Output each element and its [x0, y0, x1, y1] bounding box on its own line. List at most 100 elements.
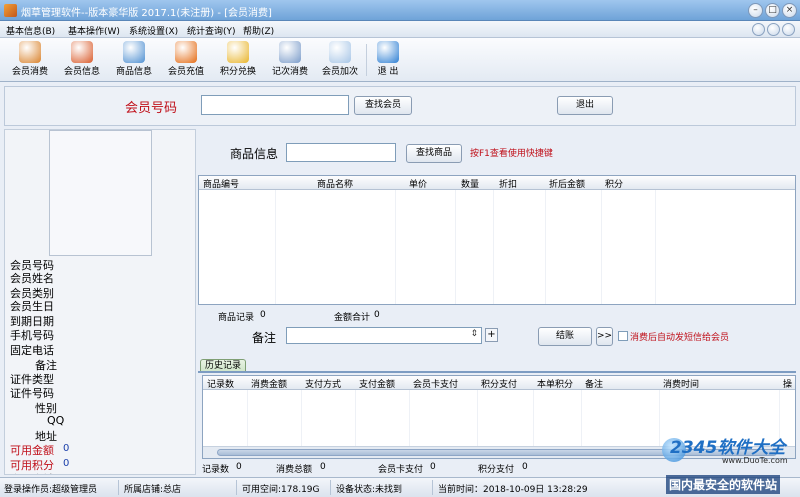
member-field-label: 会员姓名: [10, 272, 54, 285]
watermark: 2345软件大全 www.DuoTe.com 国内最安全的软件站: [662, 433, 800, 497]
recharge-icon: [175, 41, 197, 63]
auto-sms-label: 消费后自动发短信给会员: [630, 333, 730, 343]
history-table-header: 记录数 消费金额 支付方式 支付金额 会员卡支付 积分支付 本单积分 备注 消费时间 操: [203, 376, 795, 390]
status-device: 设备状态:未找到: [336, 485, 403, 495]
member-field-value: 0: [63, 443, 70, 454]
dropdown-arrow-icon: ⇕: [470, 329, 478, 339]
note-add-button[interactable]: +: [485, 328, 498, 342]
toolbar-points-exchange-button[interactable]: 积分兑换: [214, 40, 262, 80]
search-product-button[interactable]: 查找商品: [406, 144, 462, 163]
product-records-label: 商品记录: [218, 313, 255, 323]
status-separator: [330, 480, 331, 495]
history-column-header[interactable]: 消费时间: [663, 377, 699, 390]
menu-system-settings[interactable]: 系统设置(X): [129, 24, 178, 37]
product-column-header[interactable]: 商品名称: [317, 177, 353, 190]
toolbar-recharge-button[interactable]: 会员充值: [162, 40, 210, 80]
product-column-header[interactable]: 单价: [409, 177, 427, 190]
status-time: 当前时间：2018-10-09日 13:28:29: [438, 485, 588, 495]
menu-statistics[interactable]: 统计查询(Y): [187, 24, 236, 37]
toolbar-product-info-button[interactable]: 商品信息: [110, 40, 158, 80]
product-column-header[interactable]: 积分: [605, 177, 623, 190]
history-column-header[interactable]: 会员卡支付: [413, 377, 458, 390]
note-select[interactable]: ⇕: [286, 327, 482, 344]
search-member-button[interactable]: 查找会员: [354, 96, 412, 115]
menu-basic-operation[interactable]: 基本操作(W): [68, 24, 120, 37]
history-summary-value: 0: [522, 462, 528, 472]
product-column-header[interactable]: 商品编号: [203, 177, 239, 190]
column-divider: [355, 390, 356, 446]
column-divider: [455, 190, 456, 304]
product-table[interactable]: 商品编号 商品名称 单价 数量 折扣 折后金额 积分: [198, 175, 796, 305]
member-field-label: 证件号码: [10, 387, 54, 400]
member-add-count-icon: [329, 41, 351, 63]
menu-basic-info[interactable]: 基本信息(B): [6, 24, 55, 37]
member-field-label: 固定电话: [10, 344, 54, 357]
toolbar-count-consume-button[interactable]: 记次消费: [266, 40, 314, 80]
product-column-header[interactable]: 数量: [461, 177, 479, 190]
toolbar-member-add-count-button[interactable]: 会员加次: [316, 40, 364, 80]
mdi-close-button[interactable]: [782, 23, 795, 36]
toolbar-label: 会员加次: [321, 67, 358, 77]
history-column-header[interactable]: 记录数: [207, 377, 234, 390]
toolbar-label: 积分兑换: [219, 67, 256, 77]
toolbar-member-info-button[interactable]: 会员信息: [58, 40, 106, 80]
column-divider: [581, 390, 582, 446]
status-separator: [118, 480, 119, 495]
member-field-label: 会员生日: [10, 300, 54, 313]
member-number-input[interactable]: [201, 95, 349, 115]
toolbar-exit-button[interactable]: 退 出: [364, 40, 412, 80]
member-number-label: 会员号码: [125, 101, 178, 116]
history-column-header[interactable]: 本单积分: [537, 377, 573, 390]
watermark-slogan: 国内最安全的软件站: [666, 475, 781, 494]
menu-bar: 基本信息(B) 基本操作(W) 系统设置(X) 统计查询(Y) 帮助(Z): [0, 21, 800, 38]
mdi-minimize-button[interactable]: [752, 23, 765, 36]
app-icon: [4, 4, 17, 17]
member-field-label: QQ: [47, 414, 65, 427]
history-summary-value: 0: [320, 462, 326, 472]
column-divider: [477, 390, 478, 446]
history-column-header[interactable]: 消费金额: [251, 377, 287, 390]
menu-help[interactable]: 帮助(Z): [243, 24, 274, 37]
history-summary-label: 消费总额: [276, 465, 313, 475]
more-button[interactable]: >>: [596, 327, 613, 346]
history-column-header[interactable]: 备注: [585, 377, 603, 390]
settle-button[interactable]: 结账: [538, 327, 592, 346]
status-store: 所属店铺:总店: [124, 485, 182, 495]
column-divider: [655, 190, 656, 304]
history-column-header[interactable]: 支付方式: [305, 377, 341, 390]
note-label: 备注: [252, 331, 277, 345]
window-title: 烟草管理软件--版本豪华版 2017.1(未注册) - [会员消费]: [21, 8, 272, 19]
mdi-restore-button[interactable]: [767, 23, 780, 36]
toolbar-member-consume-button[interactable]: 会员消费: [6, 40, 54, 80]
watermark-site: www.DuoTe.com: [722, 456, 788, 465]
history-summary-label: 积分支付: [478, 465, 515, 475]
product-info-icon: [123, 41, 145, 63]
minimize-button[interactable]: –: [748, 3, 763, 18]
member-photo: [49, 130, 152, 256]
status-separator: [236, 480, 237, 495]
history-column-header[interactable]: 操: [783, 377, 792, 390]
history-column-header[interactable]: 支付金额: [359, 377, 395, 390]
history-column-header[interactable]: 积分支付: [481, 377, 517, 390]
toolbar-label: 会员消费: [11, 67, 48, 77]
column-divider: [659, 390, 660, 446]
close-button[interactable]: ×: [782, 3, 797, 18]
auto-sms-checkbox[interactable]: [618, 331, 628, 341]
history-summary-value: 0: [236, 462, 242, 472]
column-divider: [601, 190, 602, 304]
member-search-panel: 会员号码 查找会员 退出: [4, 86, 796, 126]
title-bar: 烟草管理软件--版本豪华版 2017.1(未注册) - [会员消费] – □ ×: [0, 0, 800, 21]
column-divider: [409, 390, 410, 446]
status-operator: 登录操作员:超级管理员: [4, 485, 98, 495]
toolbar-label: 退 出: [377, 67, 399, 77]
product-column-header[interactable]: 折后金额: [549, 177, 585, 190]
count-consume-icon: [279, 41, 301, 63]
product-input[interactable]: [286, 143, 396, 162]
column-divider: [533, 390, 534, 446]
maximize-button[interactable]: □: [765, 3, 780, 18]
status-space: 可用空间:178.19G: [242, 485, 320, 495]
product-records-value: 0: [260, 310, 266, 320]
amount-total-value: 0: [374, 310, 380, 320]
product-column-header[interactable]: 折扣: [499, 177, 517, 190]
member-exit-button[interactable]: 退出: [557, 96, 613, 115]
